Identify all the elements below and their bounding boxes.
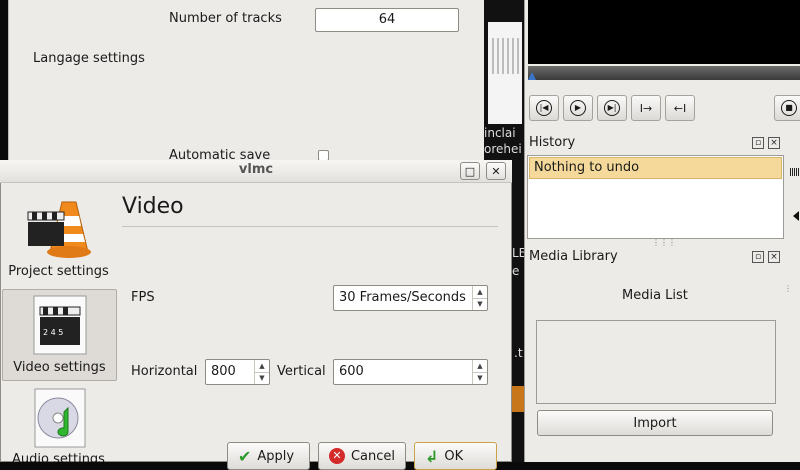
dialog-titlebar[interactable]: vlmc □ ✕ (0, 160, 512, 183)
fps-spinbox[interactable]: 30 Frames/Seconds ▲ ▼ (333, 285, 488, 311)
apply-label: Apply (257, 448, 295, 464)
nav-video-settings[interactable]: 2 4 5 Video settings (2, 289, 117, 381)
media-library-title: Media Library (529, 249, 618, 264)
set-out-button[interactable]: ←I (665, 95, 695, 121)
import-button[interactable]: Import (537, 410, 773, 436)
background-orange-shape (512, 386, 524, 412)
media-list-title: Media List (622, 288, 688, 303)
horizontal-label: Horizontal (131, 364, 198, 379)
history-list[interactable]: Nothing to undo (527, 155, 784, 239)
nav-label: Video settings (13, 360, 106, 375)
slider-knob[interactable] (528, 72, 536, 80)
maximize-icon: □ (464, 164, 476, 178)
background-texture (492, 38, 520, 74)
vertical-spin-buttons[interactable]: ▲ ▼ (472, 360, 487, 384)
spin-down-icon[interactable]: ▼ (473, 371, 487, 385)
close-icon: ✕ (491, 164, 501, 178)
fps-value: 30 Frames/Seconds (339, 290, 466, 305)
nav-label: Project settings (8, 264, 109, 279)
background-text: inclai (484, 126, 516, 140)
spin-down-icon[interactable]: ▼ (255, 371, 269, 385)
close-icon[interactable]: × (768, 137, 780, 149)
fps-label: FPS (131, 290, 155, 305)
apply-button[interactable]: ✔ Apply (227, 442, 310, 470)
tracks-input[interactable]: 64 (315, 8, 459, 32)
stop-button[interactable]: ■ (774, 95, 800, 121)
edge-artifact (790, 168, 800, 176)
section-divider (122, 226, 498, 227)
cancel-label: Cancel (350, 448, 395, 464)
next-button[interactable]: ▶| (597, 95, 627, 121)
timeline-slider[interactable] (528, 66, 800, 80)
background-text: e (512, 264, 520, 278)
vertical-label: Vertical (277, 364, 326, 379)
nav-project-settings[interactable]: Project settings (2, 188, 115, 284)
spin-down-icon[interactable]: ▼ (473, 297, 487, 311)
clapperboard-cone-icon (27, 201, 91, 258)
background-text: .t (514, 346, 523, 360)
video-settings-icon: 2 4 5 (33, 295, 87, 355)
dialog-title: vlmc (238, 162, 274, 177)
spin-up-icon[interactable]: ▲ (473, 360, 487, 372)
skip-back-icon: |◀ (536, 100, 552, 116)
preview-area (528, 0, 800, 64)
section-title: Video (122, 194, 184, 219)
background-text: orehei (484, 142, 522, 156)
arrow-left-icon[interactable] (793, 211, 799, 221)
audio-cd-icon (34, 388, 86, 448)
horizontal-spinbox[interactable]: 800 ▲ ▼ (205, 359, 270, 385)
splitter-handle[interactable]: ⋮⋮⋮ (652, 238, 676, 247)
stop-icon: ■ (781, 100, 797, 116)
spin-up-icon[interactable]: ▲ (473, 286, 487, 298)
language-settings-label: Langage settings (33, 51, 145, 66)
set-in-button[interactable]: I→ (631, 95, 661, 121)
vertical-spinbox[interactable]: 600 ▲ ▼ (333, 359, 488, 385)
svg-text:2 4 5: 2 4 5 (43, 328, 63, 337)
cancel-button[interactable]: ✕ Cancel (318, 442, 406, 470)
vertical-value: 600 (339, 364, 364, 379)
close-button[interactable]: ✕ (486, 162, 506, 180)
nav-label: Audio settings (12, 452, 105, 462)
maximize-button[interactable]: □ (460, 162, 480, 180)
project-settings-window: Number of tracks 64 Langage settings Aut… (8, 0, 486, 175)
play-icon: ▶ (570, 100, 586, 116)
horizontal-spin-buttons[interactable]: ▲ ▼ (254, 360, 269, 384)
float-icon[interactable]: ▫ (752, 251, 764, 263)
nav-audio-settings[interactable]: Audio settings (2, 386, 115, 462)
horizontal-value: 800 (211, 364, 236, 379)
import-label: Import (633, 415, 677, 431)
float-icon[interactable]: ▫ (752, 137, 764, 149)
fps-spin-buttons[interactable]: ▲ ▼ (472, 286, 487, 310)
close-icon[interactable]: × (768, 251, 780, 263)
background-text: LE (512, 246, 524, 260)
play-button[interactable]: ▶ (563, 95, 593, 121)
ok-label: OK (444, 448, 464, 464)
splitter-handle[interactable]: ⋮ (784, 284, 792, 293)
history-title: History (529, 135, 576, 150)
mark-in-icon: I→ (639, 101, 653, 115)
tracks-label: Number of tracks (169, 11, 282, 26)
media-list[interactable] (536, 320, 776, 404)
skip-forward-icon: ▶| (604, 100, 620, 116)
ok-arrow-icon: ↲ (425, 446, 439, 466)
spin-up-icon[interactable]: ▲ (255, 360, 269, 372)
previous-button[interactable]: |◀ (529, 95, 559, 121)
mark-out-icon: ←I (673, 101, 687, 115)
ok-button[interactable]: ↲ OK (414, 442, 497, 470)
checkmark-icon: ✔ (238, 446, 252, 466)
history-item[interactable]: Nothing to undo (529, 157, 782, 179)
